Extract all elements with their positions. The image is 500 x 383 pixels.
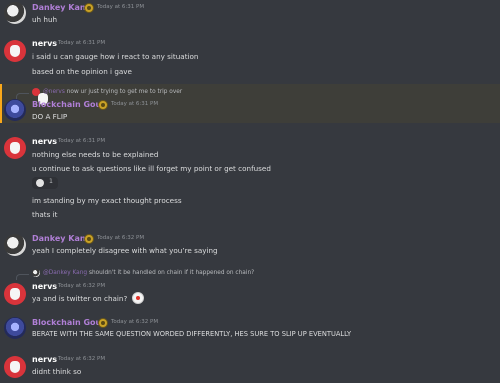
clown-emoji-icon [132,292,144,304]
badge-icon [98,100,108,110]
avatar[interactable] [4,99,26,121]
avatar[interactable] [4,283,26,305]
avatar[interactable] [4,2,26,24]
message-text: uh huh [32,15,58,24]
timestamp: Today at 6:31 PM [111,101,159,107]
message-text: i said u can gauge how i react to any si… [32,52,199,61]
reply-text: now ur just trying to get me to trip ove… [66,89,183,95]
message-text: BERATE WITH THE SAME QUESTION WORDED DIF… [32,330,352,338]
reply-connector [16,93,29,99]
message-text: u continue to ask questions like ill for… [32,164,271,173]
author-name[interactable]: Dankey Kang [32,3,91,12]
message-text: ya and is twitter on chain? [32,294,128,303]
author-name[interactable]: nervs [32,282,57,291]
author-name[interactable]: nervs [32,137,57,146]
avatar[interactable] [4,234,26,256]
message-text: based on the opinion i gave [32,67,132,76]
message-text: thats it [32,210,58,219]
badge-icon [84,3,94,13]
reply-mention[interactable]: @nervs [43,89,65,95]
reply-preview[interactable]: @Dankey Kang shouldn't it be handled on … [43,270,254,276]
reply-text: shouldn't it be handled on chain if it h… [88,270,255,276]
avatar[interactable] [4,40,26,62]
timestamp: Today at 6:32 PM [111,319,159,325]
message-text: yeah I completely disagree with what you… [32,246,218,255]
message-text: DO A FLIP [32,112,68,121]
author-name[interactable]: nervs [32,355,57,364]
author-name[interactable]: Blockchain GouL [32,100,106,109]
avatar[interactable] [4,317,26,339]
reply-connector [16,274,29,280]
author-name[interactable]: Blockchain GouL [32,318,106,327]
message-text: im standing by my exact thought process [32,196,182,205]
timestamp: Today at 6:32 PM [58,283,106,289]
timestamp: Today at 6:31 PM [58,138,106,144]
reply-avatar [32,88,48,105]
skull-icon [36,179,44,187]
reply-preview[interactable]: @nervs now ur just trying to get me to t… [43,89,182,95]
message-text: nothing else needs to be explained [32,150,159,159]
badge-icon [98,318,108,328]
author-name[interactable]: Dankey Kang [32,234,91,243]
avatar[interactable] [4,137,26,159]
reaction-button[interactable]: 1 [32,177,58,189]
timestamp: Today at 6:31 PM [97,4,145,10]
timestamp: Today at 6:32 PM [97,235,145,241]
badge-icon [84,234,94,244]
author-name[interactable]: nervs [32,39,57,48]
reply-mention[interactable]: @Dankey Kang [43,270,87,276]
reply-avatar [32,269,40,277]
reaction-count: 1 [49,178,53,185]
timestamp: Today at 6:32 PM [58,356,106,362]
avatar[interactable] [4,356,26,378]
timestamp: Today at 6:31 PM [58,40,106,46]
message-text: didnt think so [32,367,82,376]
